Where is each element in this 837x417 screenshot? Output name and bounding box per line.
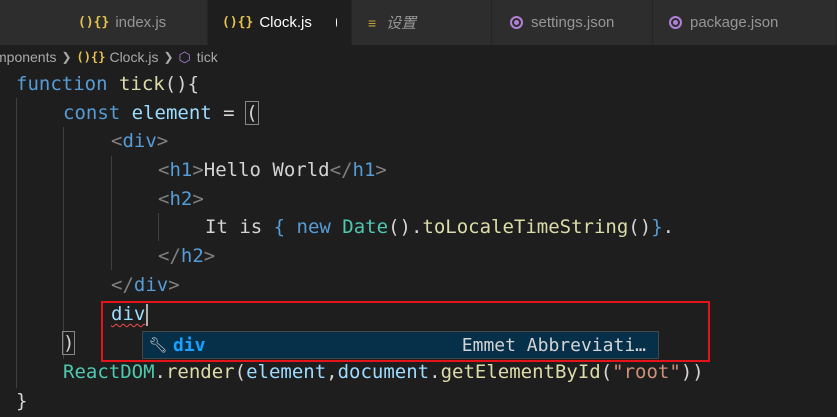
- code-token: {: [273, 216, 286, 238]
- code-token: >: [375, 159, 387, 181]
- code-line-8: </div>: [111, 271, 180, 300]
- indent-guide: [63, 127, 64, 359]
- text-cursor: [146, 303, 149, 326]
- code-line-5: <h2>: [158, 185, 204, 214]
- code-token: (: [600, 361, 613, 383]
- code-token: render: [165, 361, 235, 383]
- indent-guide: [16, 98, 17, 388]
- tab-index-js[interactable]: (){} index.js: [0, 0, 208, 45]
- tab-settings-ui[interactable]: ≡ 设置: [352, 0, 492, 45]
- code-line-1: function tick(){: [16, 70, 199, 99]
- code-token: "root": [612, 361, 681, 383]
- code-token: Hello World: [203, 159, 330, 181]
- typed-abbreviation: div: [111, 303, 146, 325]
- code-token: const: [63, 102, 121, 124]
- breadcrumb-file[interactable]: Clock.js: [109, 49, 158, 65]
- code-token: function: [16, 73, 108, 95]
- code-token: >: [203, 245, 216, 267]
- code-token: =: [211, 102, 247, 124]
- code-line-9: div: [111, 300, 149, 329]
- js-file-icon: (){}: [222, 15, 254, 30]
- code-editor[interactable]: function tick(){ const element = ( <div>…: [0, 70, 837, 417]
- code-token: <: [158, 159, 170, 181]
- wrench-icon: 🔧︎: [148, 337, 168, 354]
- code-token: >: [192, 159, 204, 181]
- indent-guide: [111, 156, 112, 270]
- code-token: (: [245, 101, 259, 125]
- json-file-icon: [669, 16, 682, 29]
- code-token: </: [329, 159, 353, 181]
- code-line-2: const element = (: [63, 99, 259, 128]
- code-token: new: [285, 216, 343, 238]
- code-token: (): [628, 216, 652, 238]
- code-token: (: [234, 361, 247, 383]
- code-token: </: [111, 274, 134, 296]
- code-line-4: <h1>Hello World</h1>: [158, 156, 387, 185]
- tab-label: 设置: [386, 15, 417, 32]
- code-token: It is: [205, 216, 274, 238]
- code-token: .: [154, 361, 166, 383]
- code-token: element: [246, 361, 327, 383]
- unsaved-dot-icon[interactable]: [335, 18, 337, 27]
- suggest-item[interactable]: 🔧︎ div Emmet Abbreviati…: [143, 332, 658, 358]
- suggest-item-label: div: [173, 334, 206, 356]
- code-token: }: [16, 390, 28, 412]
- code-token: Date: [342, 216, 389, 238]
- code-token: >: [168, 274, 180, 296]
- tab-label: settings.json: [531, 14, 615, 31]
- code-token: div: [133, 274, 169, 296]
- breadcrumb: mponents ❯ (){} Clock.js ❯ ⬡ tick: [0, 45, 837, 69]
- indent-guide: [158, 213, 159, 241]
- js-file-icon: (){}: [78, 15, 110, 30]
- code-token: h2: [169, 188, 193, 210]
- tab-label: package.json: [690, 14, 779, 31]
- code-token: ): [61, 331, 76, 355]
- cube-symbol-icon: ⬡: [178, 48, 191, 65]
- json-file-icon: [510, 16, 523, 29]
- code-token: <: [111, 130, 123, 152]
- editor-tab-bar: (){} index.js (){} Clock.js ≡ 设置 setting…: [0, 0, 837, 45]
- code-line-12: }: [16, 387, 27, 416]
- code-line-10: ): [61, 329, 76, 358]
- tab-label: Clock.js: [259, 14, 312, 31]
- code-line-7: </h2>: [158, 242, 215, 271]
- autocomplete-suggest-widget: 🔧︎ div Emmet Abbreviati…: [142, 331, 659, 359]
- code-token: }: [651, 216, 663, 238]
- code-token: ,: [326, 361, 338, 383]
- code-token: >: [192, 188, 204, 210]
- code-token: h2: [180, 245, 204, 267]
- code-line-6: It is { new Date().toLocaleTimeString()}…: [205, 213, 674, 242]
- code-token: </: [158, 245, 181, 267]
- code-token: (){: [164, 73, 200, 95]
- code-token: tick: [118, 73, 165, 95]
- code-token: div: [122, 130, 157, 152]
- code-token: ReactDOM: [63, 361, 155, 383]
- tab-settings-json[interactable]: settings.json: [492, 0, 653, 45]
- tab-clock-js[interactable]: (){} Clock.js: [208, 0, 352, 45]
- settings-menu-icon: ≡: [368, 14, 377, 31]
- code-token: h1: [352, 159, 376, 181]
- chevron-right-icon: ❯: [163, 50, 174, 64]
- tab-label: index.js: [115, 14, 167, 31]
- code-token: <: [158, 188, 170, 210]
- code-line-3: <div>: [111, 127, 168, 156]
- breadcrumb-symbol[interactable]: tick: [197, 49, 218, 65]
- suggest-item-detail: Emmet Abbreviati…: [461, 334, 646, 356]
- code-token: toLocaleTimeString: [422, 216, 629, 238]
- code-line-11: ReactDOM.render(element,document.getElem…: [63, 358, 704, 387]
- code-token: document: [337, 361, 430, 383]
- code-token: getElementById: [440, 361, 601, 383]
- code-token: >: [156, 130, 169, 152]
- code-token: element: [131, 102, 212, 124]
- breadcrumb-folder[interactable]: mponents: [0, 49, 56, 65]
- js-file-icon: (){}: [76, 50, 106, 64]
- code-token: .: [429, 361, 441, 383]
- chevron-right-icon: ❯: [61, 50, 72, 64]
- code-token: h1: [169, 159, 193, 181]
- code-token: ().: [388, 216, 423, 238]
- tab-package-json[interactable]: package.json: [653, 0, 837, 45]
- code-token: )): [680, 361, 704, 383]
- code-token: .: [662, 216, 675, 238]
